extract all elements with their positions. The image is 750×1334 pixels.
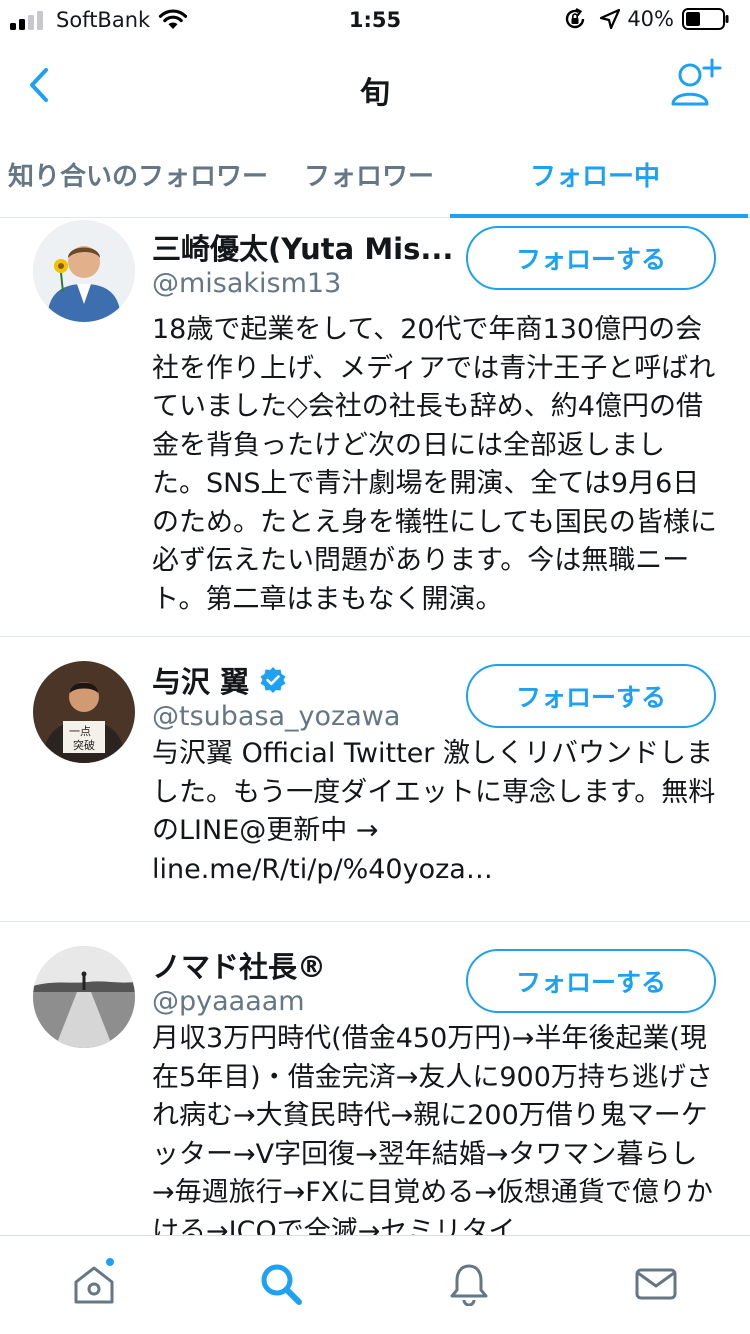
navigation-bar: 旬	[0, 40, 750, 130]
avatar-image: 一点 突破	[33, 661, 135, 763]
user-bio: 与沢翼 Official Twitter 激しくリバウンドしました。もう一度ダイ…	[152, 738, 716, 885]
follow-button[interactable]: フォローする	[466, 226, 716, 290]
user-display-name: 与沢 翼	[152, 665, 250, 699]
user-handle: @tsubasa_yozawa	[152, 701, 401, 732]
list-item[interactable]: 三崎優太(Yuta Mis... @misakism13 フォローする 18歳で…	[0, 218, 750, 637]
avatar[interactable]: 一点 突破	[33, 661, 135, 763]
user-name: 三崎優太(Yuta Mis...	[152, 226, 453, 268]
user-bio: 月収3万円時代(借金450万円)→半年後起業(現在5年目)・借金完済→友人に90…	[152, 1023, 713, 1235]
verified-badge-icon	[260, 667, 286, 693]
home-icon[interactable]	[72, 1262, 116, 1306]
user-name: ノマド社長®	[152, 944, 326, 986]
user-list[interactable]: 三崎優太(Yuta Mis... @misakism13 フォローする 18歳で…	[0, 218, 750, 1235]
list-item[interactable]: ノマド社長® @pyaaaam フォローする 月収3万円時代(借金450万円)→…	[0, 922, 750, 1235]
avatar-image	[33, 220, 135, 322]
battery-percent: 40%	[627, 7, 674, 31]
tab-followers-you-know[interactable]: 知り合いのフォロワー	[8, 156, 268, 193]
avatar[interactable]	[33, 220, 135, 322]
add-user-icon[interactable]	[670, 58, 722, 108]
follow-button[interactable]: フォローする	[466, 949, 716, 1013]
tab-followers[interactable]: フォロワー	[304, 156, 434, 193]
messages-envelope-icon[interactable]	[634, 1262, 678, 1306]
svg-text:一点: 一点	[69, 725, 91, 738]
user-name: 与沢 翼	[152, 659, 287, 701]
follow-button[interactable]: フォローする	[466, 664, 716, 728]
bottom-tab-bar	[0, 1235, 750, 1334]
avatar[interactable]	[33, 946, 135, 1048]
user-display-name: ノマド社長®	[152, 950, 327, 984]
status-bar: SoftBank 1:55 40%	[0, 0, 750, 40]
tab-following[interactable]: フォロー中	[530, 156, 660, 193]
location-arrow-icon	[600, 8, 621, 30]
user-bio: 18歳で起業をして、20代で年商130億円の会社を作り上げ、メディアでは青汁王子…	[152, 314, 717, 615]
home-notification-dot	[104, 1256, 116, 1268]
battery-icon	[682, 8, 729, 30]
notifications-bell-icon[interactable]	[447, 1262, 491, 1306]
orientation-lock-icon	[566, 8, 585, 29]
page-title: 旬	[360, 76, 390, 111]
svg-text:突破: 突破	[73, 738, 95, 752]
user-handle: @pyaaaam	[152, 986, 305, 1017]
list-item[interactable]: 一点 突破 与沢 翼 @tsubasa_yozawa フォローする 与沢翼 Of…	[0, 637, 750, 922]
status-right: 40%	[563, 7, 730, 31]
follow-tabs: 知り合いのフォロワー フォロワー フォロー中	[0, 130, 750, 218]
avatar-image	[33, 946, 135, 1048]
user-handle: @misakism13	[152, 268, 342, 299]
search-icon[interactable]	[259, 1262, 303, 1306]
user-display-name: 三崎優太(Yuta Mis...	[152, 232, 454, 266]
